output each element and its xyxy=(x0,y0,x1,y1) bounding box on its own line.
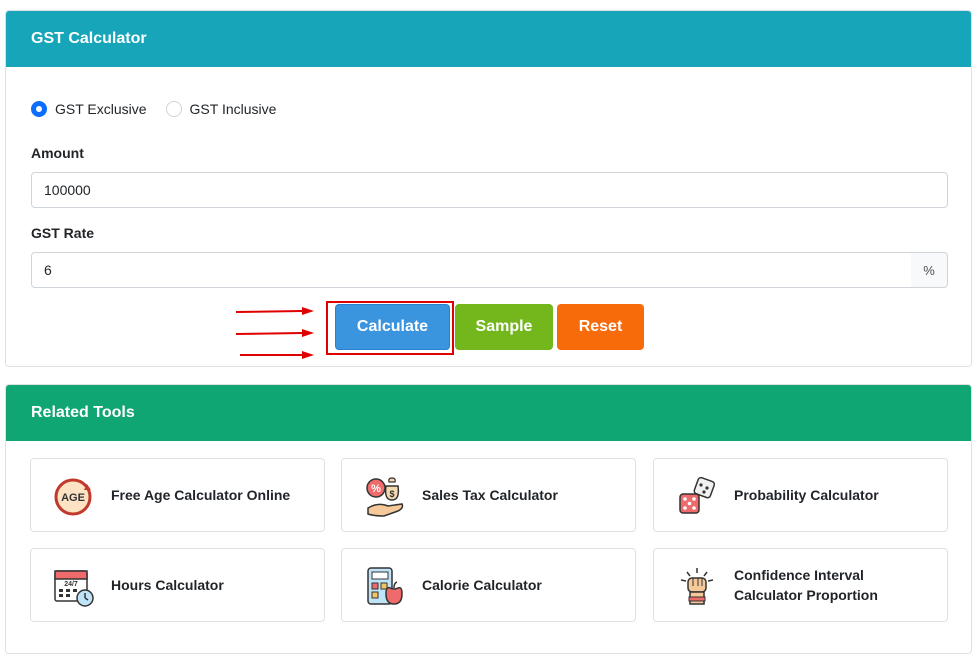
amount-label: Amount xyxy=(31,145,84,161)
age-icon: AGE xyxy=(54,478,92,516)
tool-probability-calculator[interactable]: Probability Calculator xyxy=(653,458,948,532)
percent-suffix: % xyxy=(911,252,948,288)
fist-icon xyxy=(680,568,714,605)
radio-checked-icon[interactable] xyxy=(31,101,47,117)
gst-calculator-card: GST Calculator GST Exclusive GST Inclusi… xyxy=(5,10,972,367)
gst-rate-label: GST Rate xyxy=(31,225,95,241)
amount-input[interactable]: 100000 xyxy=(31,172,948,208)
annotation-arrows-icon xyxy=(235,307,314,359)
tool-label: Probability Calculator xyxy=(734,487,879,503)
svg-text:$: $ xyxy=(389,489,394,499)
tool-label: Confidence Interval Calculator Proportio… xyxy=(734,567,878,603)
svg-text:AGE: AGE xyxy=(61,492,85,504)
tool-label: Hours Calculator xyxy=(111,577,224,593)
dice-icon xyxy=(679,476,716,514)
tool-label: Free Age Calculator Online xyxy=(111,487,291,503)
radio-label: GST Inclusive xyxy=(189,101,277,117)
radio-gst-inclusive[interactable]: GST Inclusive xyxy=(165,101,277,117)
reset-button[interactable]: Reset xyxy=(557,304,644,350)
tool-calorie-calculator[interactable]: Calorie Calculator xyxy=(341,548,636,622)
gst-type-radio-group: GST Exclusive GST Inclusive xyxy=(31,101,295,117)
calculator-apple-icon xyxy=(367,567,403,605)
tool-label: Calorie Calculator xyxy=(422,577,542,593)
related-tools-card: Related Tools AGE Free Age Calculator On… xyxy=(5,384,972,654)
sample-button[interactable]: Sample xyxy=(455,304,553,350)
radio-unchecked-icon[interactable] xyxy=(165,101,182,117)
tool-label: Sales Tax Calculator xyxy=(422,487,558,503)
tool-age-calculator[interactable]: AGE Free Age Calculator Online xyxy=(30,458,325,532)
calculate-button[interactable]: Calculate xyxy=(335,304,450,350)
radio-label: GST Exclusive xyxy=(55,101,147,117)
svg-text:%: % xyxy=(371,483,381,495)
sales-tax-icon: % $ xyxy=(366,477,404,517)
calendar-clock-icon: 24/7 xyxy=(54,570,94,607)
card-title: GST Calculator xyxy=(6,11,971,67)
gst-rate-input[interactable]: 6 xyxy=(31,252,912,288)
tool-sales-tax-calculator[interactable]: % $ Sales Tax Calculator xyxy=(341,458,636,532)
card-title: Related Tools xyxy=(6,385,971,441)
tool-hours-calculator[interactable]: 24/7 Hours Calculator xyxy=(30,548,325,622)
tool-confidence-interval-calculator[interactable]: Confidence Interval Calculator Proportio… xyxy=(653,548,948,622)
svg-text:24/7: 24/7 xyxy=(64,581,78,588)
radio-gst-exclusive[interactable]: GST Exclusive xyxy=(31,101,147,117)
